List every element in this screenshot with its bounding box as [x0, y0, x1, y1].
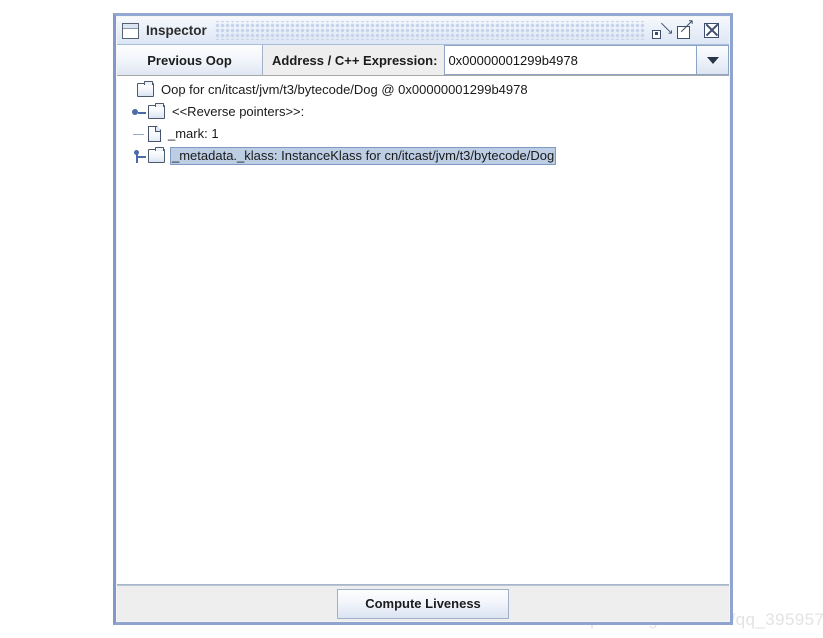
window-title: Inspector	[146, 23, 207, 38]
close-x-icon	[704, 22, 719, 38]
page-icon	[148, 126, 161, 142]
inspector-window: Inspector ⟶ ⟶ Previous Oop Address / C++…	[113, 13, 733, 625]
window-icon	[122, 22, 139, 39]
tree-row[interactable]: Oop for cn/itcast/jvm/t3/bytecode/Dog @ …	[117, 79, 729, 101]
maximize-arrow-icon: ⟶	[675, 14, 698, 37]
maximize-icon[interactable]: ⟶	[675, 14, 697, 40]
tree-row[interactable]: _metadata._klass: InstanceKlass for cn/i…	[117, 145, 729, 167]
title-bar[interactable]: Inspector ⟶ ⟶	[117, 14, 729, 45]
address-input[interactable]: 0x00000001299b4978	[444, 45, 696, 75]
tree-node-label: _mark: 1	[168, 126, 219, 141]
tree-row[interactable]: _mark: 1	[117, 123, 729, 145]
tree-handle-expanded-icon[interactable]	[131, 148, 148, 164]
tree-handle-none	[120, 82, 137, 98]
tree-handle-stub	[137, 155, 146, 158]
tree-handle-leaf-icon	[131, 126, 148, 142]
minimize-icon[interactable]: ⟶	[651, 18, 676, 40]
tree-node-label: _metadata._klass: InstanceKlass for cn/i…	[170, 147, 557, 165]
folder-icon	[137, 80, 154, 97]
title-bar-hatch-pattern	[214, 21, 645, 40]
screenshot-root: 黑马程序员 www.itheima.com https://blog.csdn.…	[0, 0, 823, 638]
tree-handle-collapsed-icon[interactable]	[131, 104, 148, 120]
folder-icon	[148, 102, 165, 119]
compute-liveness-button[interactable]: Compute Liveness	[337, 588, 509, 619]
chevron-down-icon	[706, 56, 719, 64]
window-controls: ⟶ ⟶	[651, 14, 725, 40]
close-icon[interactable]	[703, 22, 721, 40]
address-expression-label: Address / C++ Expression:	[263, 45, 445, 75]
address-dropdown-button[interactable]	[696, 45, 729, 75]
tree-node-label: <<Reverse pointers>>:	[172, 104, 305, 119]
tree-node-label: Oop for cn/itcast/jvm/t3/bytecode/Dog @ …	[161, 82, 528, 97]
toolbar: Previous Oop Address / C++ Expression: 0…	[117, 45, 729, 76]
oop-tree-panel[interactable]: Oop for cn/itcast/jvm/t3/bytecode/Dog @ …	[117, 76, 729, 585]
tree-viewport: Oop for cn/itcast/jvm/t3/bytecode/Dog @ …	[117, 76, 729, 584]
bottom-button-bar: Compute Liveness	[117, 585, 729, 621]
folder-icon	[148, 146, 165, 163]
minimize-square-icon	[652, 29, 661, 39]
tree-row[interactable]: <<Reverse pointers>>:	[117, 101, 729, 123]
window-inner: Inspector ⟶ ⟶ Previous Oop Address / C++…	[116, 14, 730, 622]
previous-oop-button[interactable]: Previous Oop	[117, 45, 263, 75]
